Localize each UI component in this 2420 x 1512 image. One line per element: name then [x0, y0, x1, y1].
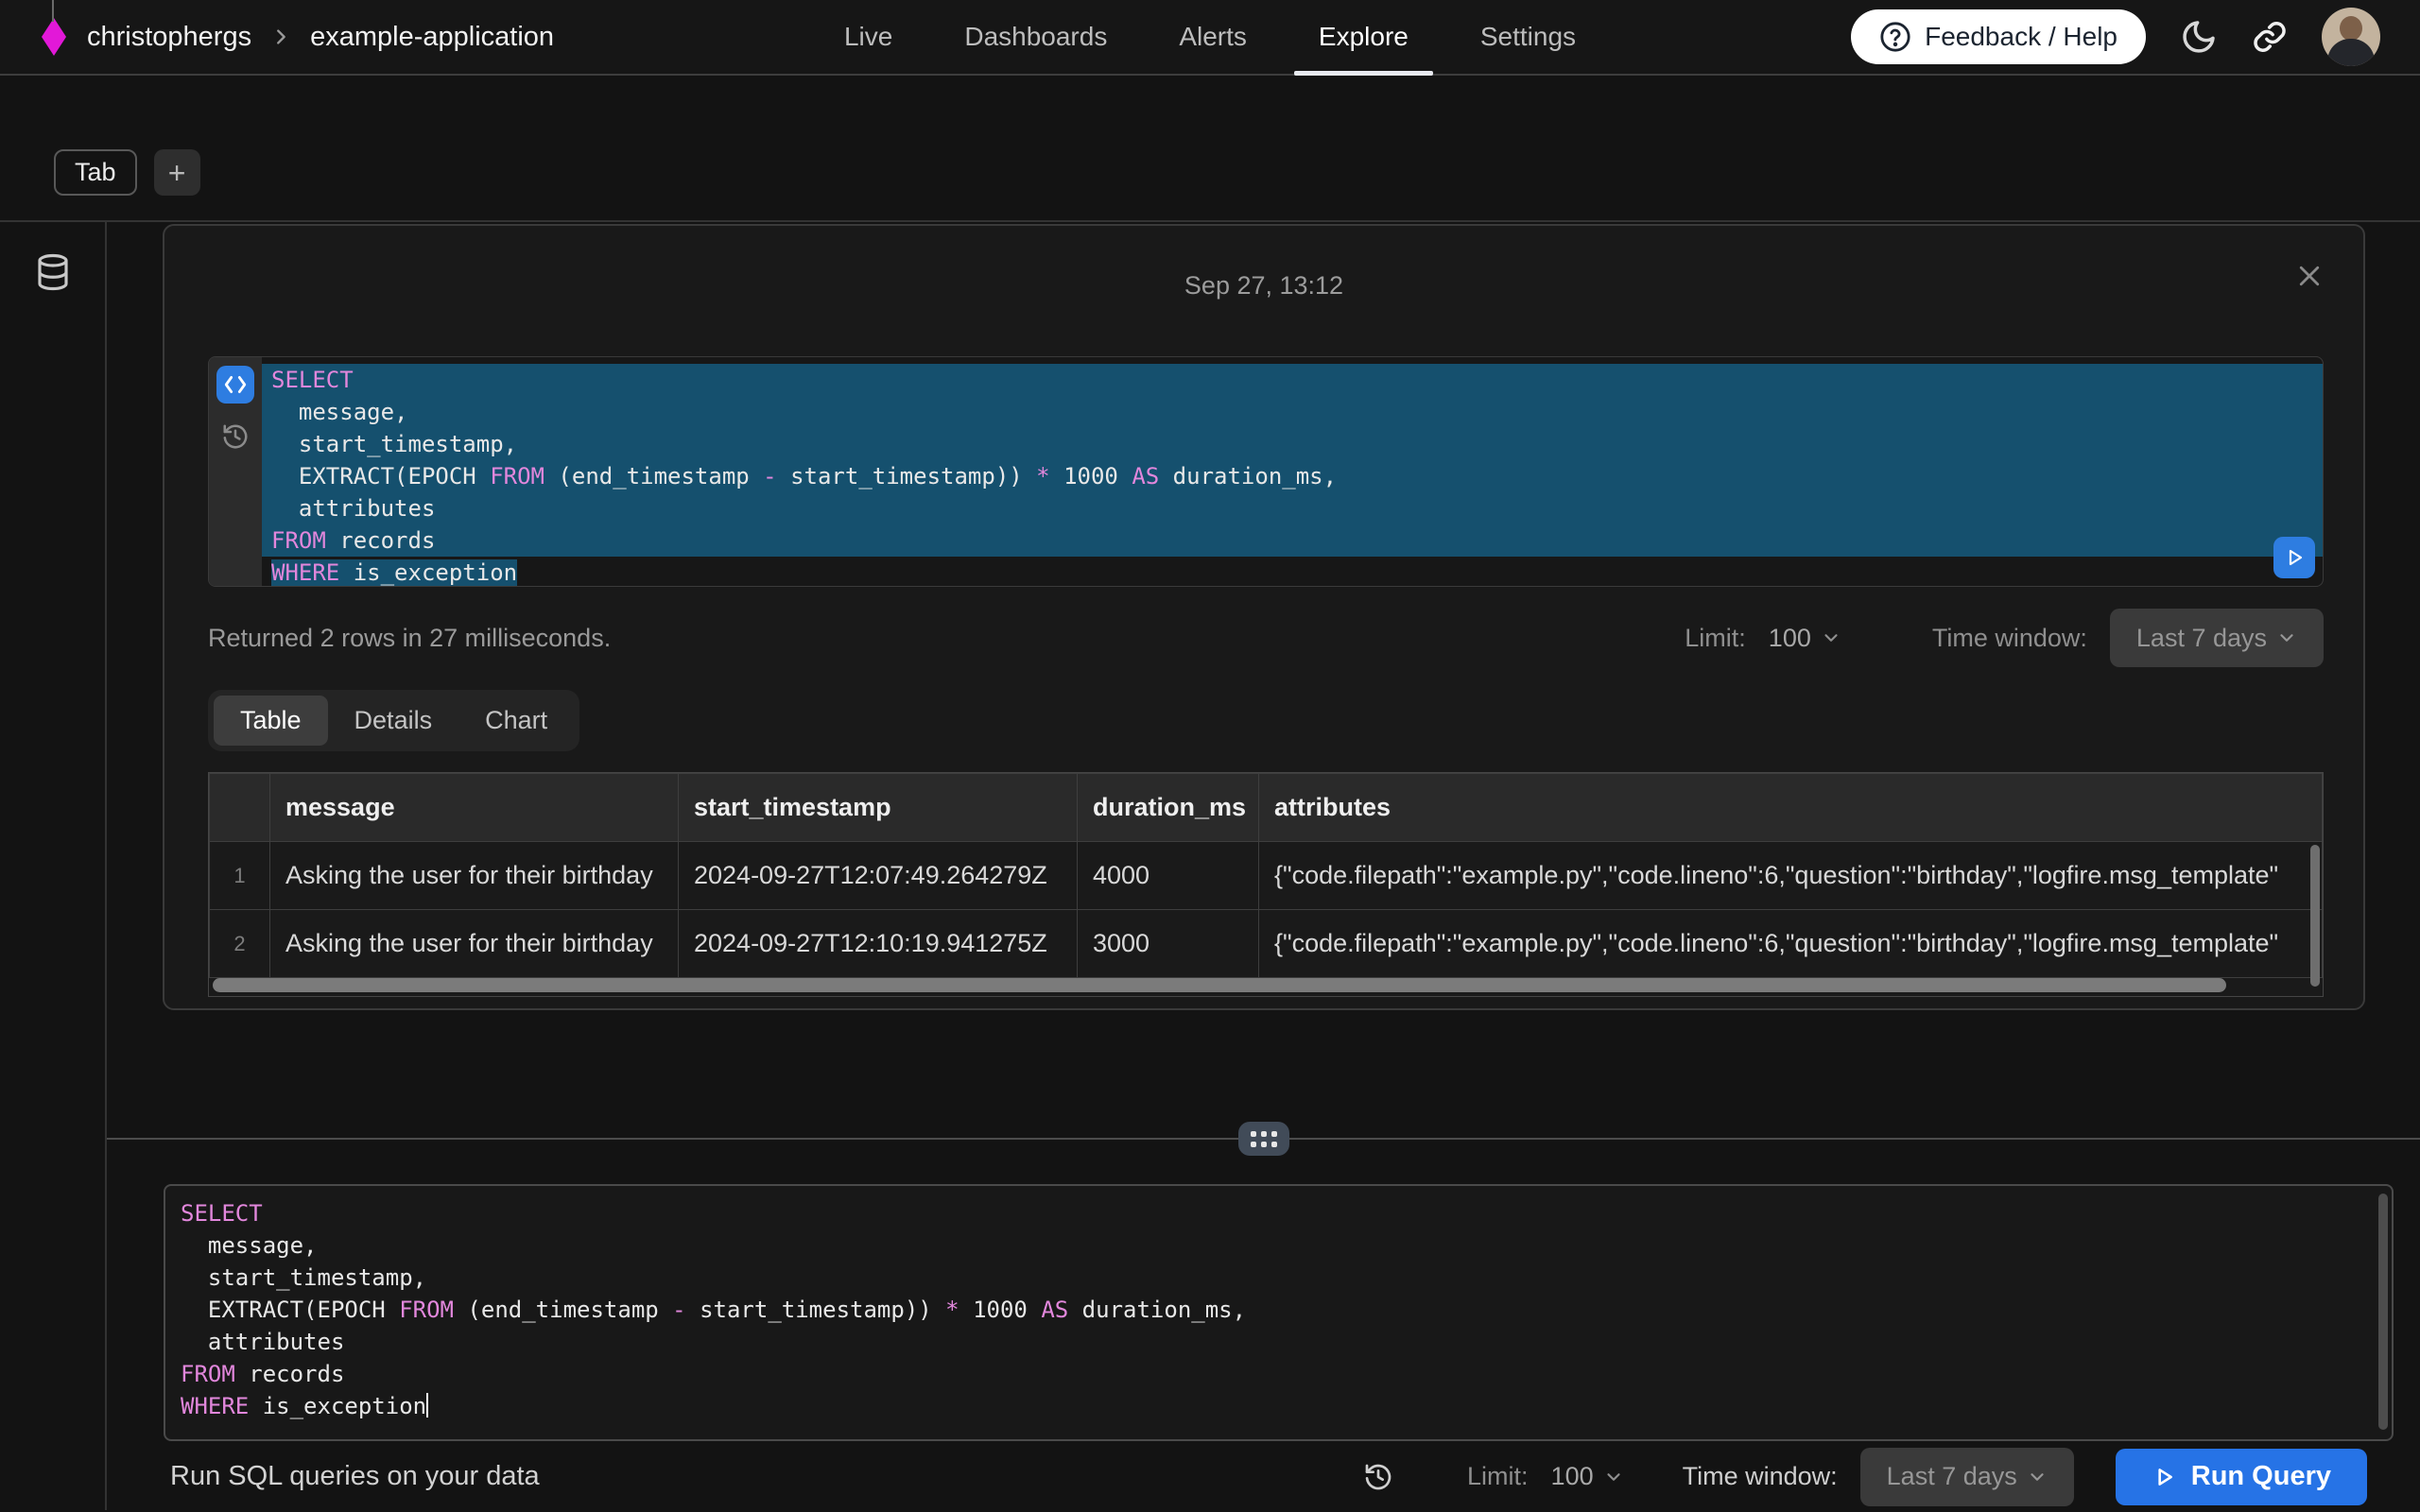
feedback-help-label: Feedback / Help: [1925, 22, 2118, 52]
logo-needle: [52, 0, 54, 22]
table-row[interactable]: 1Asking the user for their birthday2024-…: [210, 842, 2323, 910]
results-table-container: message start_timestamp duration_ms attr…: [208, 772, 2324, 997]
result-view-tabs: Table Details Chart: [208, 690, 579, 751]
time-window-label: Time window:: [1932, 624, 2087, 653]
breadcrumb-account[interactable]: christophergs: [87, 22, 251, 53]
primary-nav: Live Dashboards Alerts Explore Settings: [820, 0, 1600, 74]
close-result-button[interactable]: [2295, 262, 2324, 290]
nav-item-dashboards[interactable]: Dashboards: [940, 0, 1132, 74]
query-timestamp: Sep 27, 13:12: [164, 271, 2363, 301]
table-row[interactable]: 2Asking the user for their birthday2024-…: [210, 910, 2323, 978]
help-circle-icon: [1879, 21, 1911, 53]
sql-editor[interactable]: SELECT message, start_timestamp, EXTRACT…: [164, 1184, 2394, 1441]
chevron-down-icon: [1821, 627, 1841, 648]
table-cell: 2024-09-27T12:07:49.264279Z: [679, 842, 1078, 910]
table-cell: 4000: [1078, 842, 1259, 910]
results-table-body: 1Asking the user for their birthday2024-…: [210, 842, 2323, 978]
play-icon: [2283, 546, 2306, 569]
share-link-button[interactable]: [2252, 19, 2288, 55]
horizontal-scrollbar[interactable]: [213, 978, 2226, 992]
limit-value: 100: [1551, 1462, 1594, 1491]
col-header-start-timestamp[interactable]: start_timestamp: [679, 774, 1078, 842]
database-icon: [33, 250, 73, 294]
chevron-down-icon: [2027, 1467, 2048, 1487]
text-cursor: [426, 1393, 428, 1418]
editor-footer: Run SQL queries on your data Limit: 100 …: [107, 1444, 2420, 1509]
editor-hint: Run SQL queries on your data: [170, 1461, 540, 1492]
table-cell: Asking the user for their birthday: [270, 842, 679, 910]
history-icon: [221, 422, 250, 451]
query-tab[interactable]: Tab: [54, 149, 137, 196]
schema-browser-button[interactable]: [33, 250, 73, 294]
play-icon: [2152, 1465, 2176, 1489]
nav-item-settings[interactable]: Settings: [1456, 0, 1600, 74]
col-header-rownum[interactable]: [210, 774, 270, 842]
user-avatar[interactable]: [2322, 8, 2380, 66]
table-cell: 3000: [1078, 910, 1259, 978]
results-table: message start_timestamp duration_ms attr…: [209, 773, 2323, 978]
sql-editor-code[interactable]: SELECT message, start_timestamp, EXTRACT…: [169, 1197, 2392, 1422]
run-query-button[interactable]: Run Query: [2116, 1449, 2367, 1505]
chevron-down-icon: [2276, 627, 2297, 648]
view-tab-details[interactable]: Details: [328, 696, 459, 746]
nav-item-explore[interactable]: Explore: [1294, 0, 1433, 74]
query-tab-bar: Tab +: [0, 76, 2420, 222]
history-icon: [1363, 1462, 1393, 1492]
limit-select[interactable]: 100: [1551, 1462, 1624, 1491]
breadcrumb-project[interactable]: example-application: [310, 22, 554, 53]
executed-sql-block[interactable]: SELECT message, start_timestamp, EXTRACT…: [208, 356, 2324, 587]
col-header-attributes[interactable]: attributes: [1259, 774, 2323, 842]
limit-value: 100: [1769, 624, 1811, 653]
chevron-right-icon: [270, 26, 291, 47]
left-sidebar: [0, 222, 107, 1510]
col-header-message[interactable]: message: [270, 774, 679, 842]
limit-select[interactable]: 100: [1769, 624, 1841, 653]
link-icon: [2252, 19, 2288, 55]
close-icon: [2295, 262, 2324, 290]
splitter-drag-handle[interactable]: [1238, 1122, 1289, 1156]
rerun-query-button[interactable]: [2273, 537, 2315, 578]
logfire-logo-icon[interactable]: [40, 16, 68, 58]
query-history-button[interactable]: [1363, 1462, 1393, 1492]
time-window-value: Last 7 days: [2136, 624, 2267, 653]
moon-icon: [2180, 18, 2218, 56]
col-header-duration-ms[interactable]: duration_ms: [1078, 774, 1259, 842]
code-block-button[interactable]: [216, 366, 254, 404]
time-window-value: Last 7 days: [1887, 1462, 2017, 1491]
row-number: 1: [210, 842, 270, 910]
breadcrumb: christophergs example-application: [40, 16, 554, 58]
limit-label: Limit:: [1685, 624, 1746, 653]
time-window-select[interactable]: Last 7 days: [1860, 1448, 2074, 1506]
vertical-scrollbar[interactable]: [2310, 845, 2320, 987]
result-summary: Returned 2 rows in 27 milliseconds.: [208, 624, 611, 653]
top-nav: christophergs example-application Live D…: [0, 0, 2420, 76]
table-cell: 2024-09-27T12:10:19.941275Z: [679, 910, 1078, 978]
table-cell: {"code.filepath":"example.py","code.line…: [1259, 842, 2323, 910]
editor-scrollbar[interactable]: [2378, 1194, 2388, 1430]
pane-splitter: [107, 1122, 2420, 1156]
time-window-select[interactable]: Last 7 days: [2110, 609, 2324, 667]
table-cell: Asking the user for their birthday: [270, 910, 679, 978]
view-tab-chart[interactable]: Chart: [458, 696, 574, 746]
time-window-label: Time window:: [1683, 1462, 1838, 1491]
row-number: 2: [210, 910, 270, 978]
query-history-button[interactable]: [221, 422, 250, 451]
code-brackets-icon: [223, 374, 248, 395]
executed-sql-code[interactable]: SELECT message, start_timestamp, EXTRACT…: [262, 357, 2323, 586]
limit-label: Limit:: [1467, 1462, 1529, 1491]
feedback-help-button[interactable]: Feedback / Help: [1851, 9, 2146, 64]
sql-gutter: [209, 357, 262, 586]
table-cell: {"code.filepath":"example.py","code.line…: [1259, 910, 2323, 978]
theme-toggle-button[interactable]: [2180, 18, 2218, 56]
run-query-label: Run Query: [2191, 1461, 2331, 1492]
add-tab-button[interactable]: +: [154, 149, 200, 196]
nav-item-live[interactable]: Live: [820, 0, 917, 74]
nav-item-alerts[interactable]: Alerts: [1154, 0, 1271, 74]
chevron-down-icon: [1603, 1467, 1624, 1487]
view-tab-table[interactable]: Table: [214, 696, 328, 746]
query-result-card: Sep 27, 13:12: [163, 224, 2365, 1010]
